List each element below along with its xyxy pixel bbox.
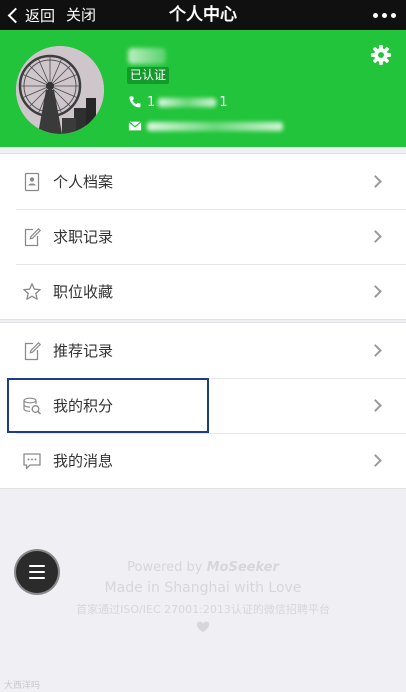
ferris-wheel-photo [16, 46, 104, 134]
menu-group-1: 个人档案 求职记录 职位收藏 [0, 153, 406, 320]
chevron-right-icon [369, 453, 382, 467]
close-button[interactable]: 关闭 [66, 0, 96, 30]
chevron-right-icon [369, 398, 382, 412]
powered-by-text: Powered by MoSeeker [0, 560, 406, 575]
more-options-icon[interactable] [373, 0, 396, 30]
phone-row: 1 1 [128, 94, 228, 110]
menu-item-label: 推荐记录 [53, 342, 114, 360]
page-title: 个人中心 [169, 5, 237, 25]
menu-item-my-points[interactable]: 我的积分 [0, 378, 406, 433]
watermark-text: 大西洋吗 [4, 681, 41, 691]
menu-item-label: 职位收藏 [53, 283, 114, 301]
email-redacted [147, 121, 283, 131]
star-icon [23, 282, 41, 300]
powered-by-prefix: Powered by [127, 560, 203, 575]
menu-item-application-records[interactable]: 求职记录 [0, 209, 406, 264]
verified-badge: 已认证 [127, 67, 170, 84]
avatar[interactable] [16, 46, 104, 134]
certification-text: 首家通过ISO/IEC 27001:2013认证的微信招聘平台 [76, 603, 330, 616]
chevron-right-icon [369, 284, 382, 298]
menu-group-2: 推荐记录 我的积分 我的消息 [0, 322, 406, 489]
user-name-redacted [128, 48, 166, 64]
chevron-right-icon [369, 343, 382, 357]
menu-item-label: 我的消息 [53, 452, 114, 470]
menu-item-saved-jobs[interactable]: 职位收藏 [0, 264, 406, 319]
chevron-right-icon [369, 174, 382, 188]
brand-name: MoSeeker [206, 560, 279, 575]
menu-item-my-messages[interactable]: 我的消息 [0, 433, 406, 488]
menu-item-label: 求职记录 [53, 228, 114, 246]
chevron-right-icon [369, 229, 382, 243]
edit-note-icon [24, 227, 42, 246]
phone-suffix: 1 [219, 94, 228, 110]
nav-bar: 返回 关闭 个人中心 [0, 0, 406, 30]
made-in-text: Made in Shanghai with Love [104, 580, 302, 596]
back-label: 返回 [25, 6, 56, 25]
mail-icon [128, 121, 142, 131]
gear-icon[interactable] [370, 44, 392, 66]
message-icon [23, 452, 41, 469]
chevron-left-icon [7, 7, 24, 23]
edit-note-icon [24, 341, 42, 360]
profile-header: 已认证 1 1 [0, 30, 406, 147]
phone-prefix: 1 [147, 94, 156, 110]
coins-search-icon [23, 397, 42, 415]
phone-icon [129, 96, 141, 108]
heart-icon [196, 621, 210, 633]
back-button[interactable]: 返回 [6, 0, 55, 30]
menu-item-referral-records[interactable]: 推荐记录 [0, 323, 406, 378]
phone-number-redacted [158, 97, 217, 107]
menu-item-label: 我的积分 [53, 397, 114, 415]
menu-item-profile-file[interactable]: 个人档案 [0, 154, 406, 209]
email-row [128, 118, 283, 134]
profile-card-icon [24, 172, 40, 191]
menu-item-label: 个人档案 [53, 173, 114, 191]
